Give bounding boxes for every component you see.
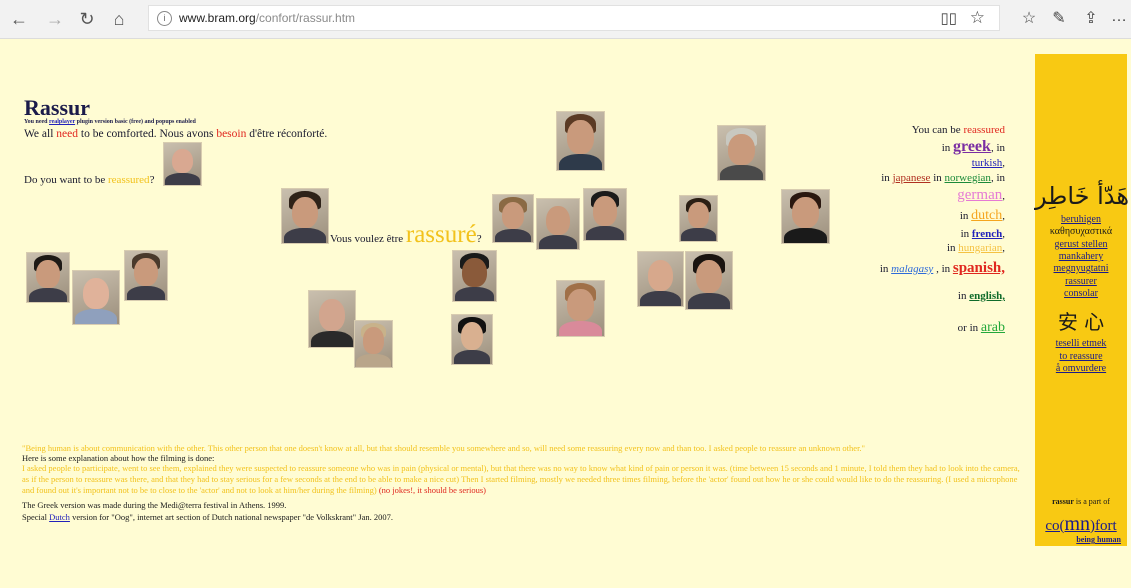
- portrait-photo[interactable]: [124, 250, 168, 301]
- sidebar-link-rassurer[interactable]: rassurer: [1065, 276, 1097, 287]
- voulez-question: Vous voulez être rassuré?: [330, 221, 482, 248]
- hungarian-link[interactable]: hungarian: [958, 242, 1002, 254]
- favorite-star-icon[interactable]: ☆: [970, 8, 985, 28]
- comfort-link[interactable]: co(mn)fort: [1045, 513, 1116, 535]
- want-question: Do you want to be reassured?: [24, 174, 155, 186]
- chinese-characters: 安 心: [1057, 310, 1105, 334]
- portrait-photo[interactable]: [679, 195, 718, 242]
- arab-line: or in arab: [957, 320, 1005, 335]
- turkish-link[interactable]: turkish: [972, 157, 1003, 169]
- japanese-line: in japanese in norwegian, in: [881, 172, 1005, 184]
- portrait-photo[interactable]: [556, 280, 605, 337]
- arab-link[interactable]: arab: [981, 320, 1005, 335]
- sidebar-link-mankahery[interactable]: mankahery: [1059, 251, 1103, 262]
- address-bar[interactable]: i www.bram.org/confort/rassur.htm ▯▯ ☆: [148, 5, 1000, 31]
- sidebar-link-beruhigen[interactable]: beruhigen: [1061, 214, 1101, 225]
- portrait-photo[interactable]: [452, 250, 497, 302]
- info-icon[interactable]: i: [157, 11, 172, 26]
- spanish-link[interactable]: spanish,: [953, 260, 1005, 276]
- japanese-link[interactable]: japanese: [893, 172, 931, 184]
- turkish-line: turkish,: [971, 157, 1005, 169]
- portrait-photo[interactable]: [451, 314, 493, 365]
- part-of-text: rassur is a part of: [1052, 497, 1110, 506]
- pen-icon[interactable]: ✎: [1048, 8, 1070, 28]
- norwegian-link[interactable]: norwegian: [945, 172, 991, 184]
- sidebar-link-teselli[interactable]: teselli etmek: [1056, 338, 1107, 349]
- malagasy-link[interactable]: malagasy: [891, 263, 933, 275]
- sidebar-link-omvurdere[interactable]: å omvurdere: [1056, 363, 1106, 374]
- more-icon[interactable]: …: [1108, 8, 1130, 26]
- german-link[interactable]: german: [957, 187, 1002, 203]
- sidebar-greek-word: καθησυχαστικά: [1049, 226, 1113, 237]
- portrait-photo[interactable]: [354, 320, 393, 368]
- favorites-list-icon[interactable]: ☆: [1018, 8, 1040, 28]
- english-link[interactable]: english,: [969, 290, 1005, 302]
- explain-heading: Here is some explanation about how the f…: [22, 453, 215, 463]
- portrait-photo[interactable]: [717, 125, 766, 181]
- malagasy-line: in malagasy , in spanish,: [879, 260, 1005, 276]
- german-line: german,: [957, 187, 1005, 203]
- portrait-photo[interactable]: [72, 270, 120, 325]
- portrait-photo[interactable]: [685, 251, 733, 310]
- page-body: Rassur You need realplayer plugin versio…: [0, 38, 1131, 588]
- reading-view-icon[interactable]: ▯▯: [940, 9, 957, 27]
- share-icon[interactable]: ⇪: [1080, 8, 1102, 28]
- sidebar-link-consolar[interactable]: consolar: [1064, 288, 1098, 299]
- french-line: in french,: [960, 228, 1005, 240]
- hungarian-line: in hungarian,: [946, 242, 1005, 254]
- realplayer-link[interactable]: realplayer: [49, 119, 75, 125]
- reassured-line: You can be reassured: [911, 124, 1005, 136]
- dutch-line: in dutch,: [959, 208, 1005, 223]
- greek-line: in greek, in: [941, 138, 1005, 155]
- translation-sidebar: هَدّأ خَاطِر beruhigen καθησυχαστικά ger…: [1035, 54, 1130, 546]
- portrait-photo[interactable]: [536, 198, 580, 250]
- french-link[interactable]: french: [972, 228, 1002, 240]
- process-text: I asked people to participate, went to s…: [22, 463, 1020, 495]
- sidebar-link-to-reassure[interactable]: to reassure: [1059, 351, 1102, 362]
- home-icon[interactable]: ⌂: [108, 8, 130, 30]
- portrait-photo[interactable]: [308, 290, 356, 348]
- tagline: We all need to be comforted. Nous avons …: [24, 128, 328, 140]
- back-arrow-icon[interactable]: ←: [8, 8, 30, 30]
- address-url[interactable]: www.bram.org/confort/rassur.htm: [179, 11, 355, 25]
- refresh-icon[interactable]: ↻: [76, 8, 98, 30]
- portrait-photo[interactable]: [637, 251, 684, 307]
- portrait-photo[interactable]: [492, 194, 534, 243]
- greek-link[interactable]: greek: [953, 138, 991, 155]
- being-human-link[interactable]: being human: [1076, 535, 1121, 544]
- sidebar-link-gerust[interactable]: gerust stellen: [1054, 239, 1107, 250]
- portrait-photo[interactable]: [583, 188, 627, 241]
- page-title: Rassur: [24, 95, 91, 120]
- portrait-photo[interactable]: [163, 142, 202, 186]
- dutch-version-link[interactable]: Dutch: [49, 512, 70, 522]
- dutch-link[interactable]: dutch: [971, 208, 1002, 223]
- portrait-photo[interactable]: [556, 111, 605, 171]
- english-line: in english,: [957, 290, 1005, 302]
- greek-version-note: The Greek version was made during the Me…: [22, 500, 287, 510]
- sidebar-link-megnyugtatni[interactable]: megnyugtatni: [1054, 263, 1109, 274]
- plugin-note: You need realplayer plugin version basic…: [24, 119, 196, 125]
- dutch-version-note: Special Dutch version for "Oog", interne…: [22, 512, 393, 522]
- browser-toolbar: ← → ↻ ⌂ i www.bram.org/confort/rassur.ht…: [0, 0, 1131, 39]
- portrait-photo[interactable]: [781, 189, 830, 244]
- portrait-photo[interactable]: [281, 188, 329, 244]
- portrait-photo[interactable]: [26, 252, 70, 303]
- arabic-calligraphy: هَدّأ خَاطِر: [1035, 182, 1130, 210]
- forward-arrow-icon[interactable]: →: [44, 8, 66, 30]
